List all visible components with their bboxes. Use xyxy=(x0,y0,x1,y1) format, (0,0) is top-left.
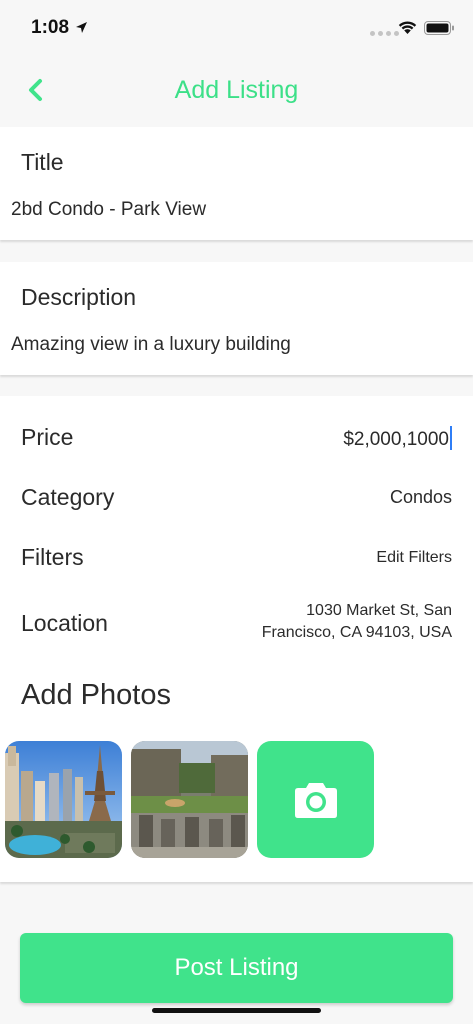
photo-thumbnail[interactable] xyxy=(131,741,248,858)
home-indicator xyxy=(152,1008,321,1013)
details-card: Price $2,000,1000 Category Condos Filter… xyxy=(0,396,473,882)
photo-zoo-image xyxy=(131,741,248,858)
add-photo-button[interactable] xyxy=(257,741,374,858)
title-input[interactable]: 2bd Condo - Park View xyxy=(11,199,206,221)
add-photos-heading: Add Photos xyxy=(21,679,171,711)
edit-filters-link[interactable]: Edit Filters xyxy=(376,549,452,567)
location-label: Location xyxy=(21,610,108,636)
filters-label: Filters xyxy=(21,544,84,570)
price-label: Price xyxy=(21,424,74,450)
location-line-2: Francisco, CA 94103, USA xyxy=(261,624,452,641)
photo-city-image xyxy=(5,741,122,858)
category-label: Category xyxy=(21,484,115,510)
price-input[interactable]: $2,000,1000 xyxy=(343,426,452,451)
location-arrow-icon xyxy=(76,22,87,33)
description-input[interactable]: Amazing view in a luxury building xyxy=(11,334,291,356)
title-label: Title xyxy=(21,149,64,175)
photo-thumbnail[interactable] xyxy=(5,741,122,858)
signal-icon xyxy=(370,31,399,36)
location-line-1: 1030 Market St, San xyxy=(306,602,452,619)
price-value: $2,000,1000 xyxy=(343,429,449,450)
post-listing-button[interactable]: Post Listing xyxy=(20,933,453,1003)
wifi-icon xyxy=(398,21,417,34)
location-value[interactable]: 1030 Market St, San Francisco, CA 94103,… xyxy=(262,600,452,644)
description-card: Description Amazing view in a luxury bui… xyxy=(0,262,473,375)
text-cursor xyxy=(450,426,452,450)
category-select[interactable]: Condos xyxy=(390,487,452,508)
status-time: 1:08 xyxy=(31,17,70,38)
nav-bar: Add Listing xyxy=(0,58,473,124)
title-card: Title 2bd Condo - Park View xyxy=(0,127,473,240)
status-bar: 1:08 xyxy=(0,0,473,58)
camera-icon xyxy=(294,782,337,818)
page-title: Add Listing xyxy=(174,76,299,104)
description-label: Description xyxy=(21,284,137,310)
battery-icon xyxy=(424,21,454,35)
